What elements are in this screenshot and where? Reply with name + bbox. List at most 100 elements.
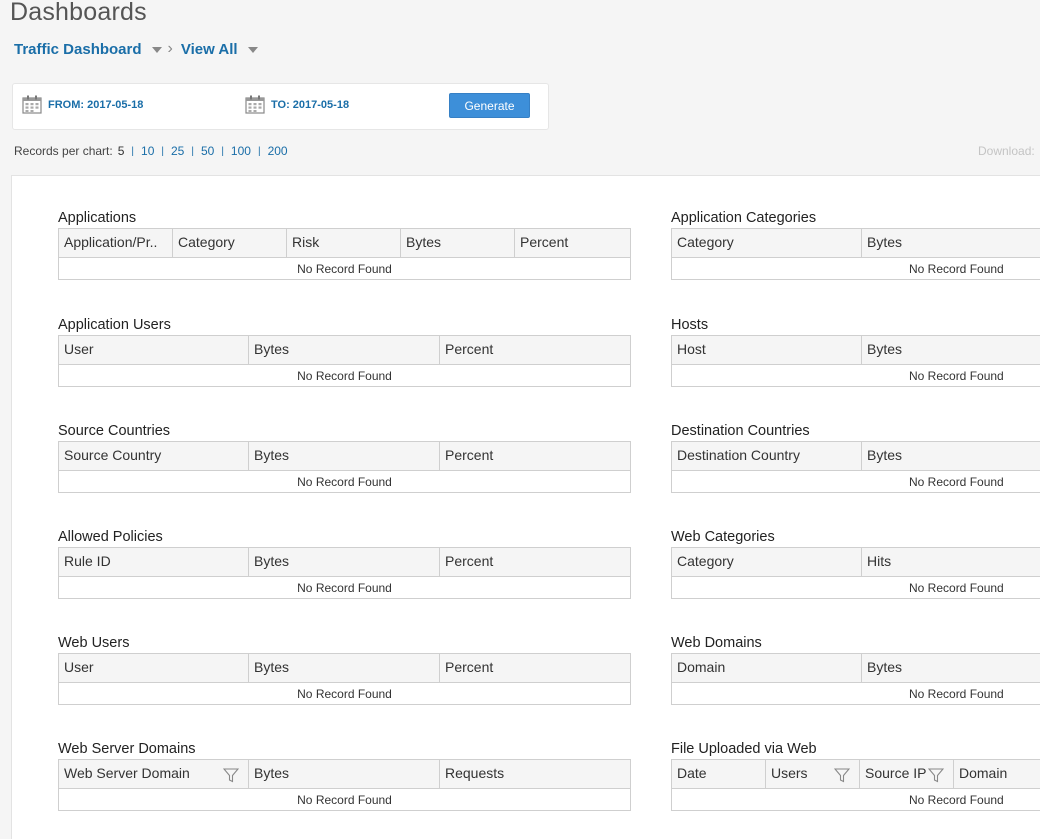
data-grid: Domain Bytes No Record Found bbox=[671, 653, 1040, 705]
records-option-selected: 5 bbox=[117, 144, 125, 158]
separator: | bbox=[191, 145, 194, 157]
dashboard-selector[interactable]: Traffic Dashboard bbox=[14, 41, 142, 58]
to-date-field[interactable]: TO: 2017-05-18 bbox=[245, 95, 349, 114]
from-date-value[interactable]: FROM: 2017-05-18 bbox=[48, 99, 143, 111]
data-grid: Application/Pr.. Category Risk Bytes Per… bbox=[58, 228, 631, 280]
empty-row: No Record Found bbox=[297, 792, 392, 807]
data-grid: Category Bytes No Record Found bbox=[671, 228, 1040, 280]
records-option[interactable]: 25 bbox=[171, 144, 184, 158]
records-option[interactable]: 100 bbox=[231, 144, 251, 158]
view-selector[interactable]: View All bbox=[181, 41, 238, 58]
download-link[interactable]: Download: bbox=[978, 144, 1035, 158]
records-label: Records per chart: bbox=[14, 144, 113, 158]
column-header[interactable]: Requests bbox=[440, 760, 630, 788]
column-header[interactable]: User bbox=[59, 336, 249, 364]
empty-row: No Record Found bbox=[909, 792, 1004, 807]
date-range-bar: FROM: 2017-05-18 TO: 2017-05-18 Generate bbox=[12, 83, 549, 130]
widget-title: Web Domains bbox=[671, 635, 762, 651]
chevron-down-icon[interactable] bbox=[151, 47, 162, 53]
filter-icon[interactable] bbox=[834, 768, 850, 783]
empty-row: No Record Found bbox=[297, 368, 392, 383]
data-grid: Destination Country Bytes No Record Foun… bbox=[671, 441, 1040, 493]
column-header[interactable]: Bytes bbox=[862, 336, 1040, 364]
column-label: Source IP bbox=[865, 765, 927, 781]
empty-row: No Record Found bbox=[909, 580, 1004, 595]
records-option[interactable]: 200 bbox=[268, 144, 288, 158]
data-grid: Source Country Bytes Percent No Record F… bbox=[58, 441, 631, 493]
widget-title: Application Users bbox=[58, 317, 171, 333]
empty-row: No Record Found bbox=[909, 261, 1004, 276]
empty-row: No Record Found bbox=[297, 474, 392, 489]
column-header[interactable]: Bytes bbox=[249, 442, 440, 470]
column-header[interactable]: Domain bbox=[954, 760, 1040, 788]
column-header[interactable]: Bytes bbox=[249, 654, 440, 682]
column-header[interactable]: Web Server Domain bbox=[59, 760, 249, 788]
column-header[interactable]: Percent bbox=[515, 229, 630, 257]
data-grid: Rule ID Bytes Percent No Record Found bbox=[58, 547, 631, 599]
widget-title: Web Server Domains bbox=[58, 741, 196, 757]
records-option[interactable]: 10 bbox=[141, 144, 154, 158]
generate-button[interactable]: Generate bbox=[449, 93, 530, 118]
column-header[interactable]: Rule ID bbox=[59, 548, 249, 576]
column-header[interactable]: Percent bbox=[440, 336, 630, 364]
column-header[interactable]: Bytes bbox=[862, 229, 1040, 257]
to-date-value[interactable]: TO: 2017-05-18 bbox=[271, 99, 349, 111]
column-label: Web Server Domain bbox=[64, 765, 190, 781]
empty-row: No Record Found bbox=[909, 368, 1004, 383]
column-header[interactable]: Bytes bbox=[401, 229, 515, 257]
calendar-icon[interactable] bbox=[245, 95, 265, 114]
records-option[interactable]: 50 bbox=[201, 144, 214, 158]
widgets-panel: Applications Application/Pr.. Category R… bbox=[11, 175, 1040, 839]
column-header[interactable]: Users bbox=[766, 760, 860, 788]
widget-title: Applications bbox=[58, 210, 137, 226]
column-header[interactable]: Percent bbox=[440, 654, 630, 682]
column-header[interactable]: Bytes bbox=[249, 548, 440, 576]
separator: | bbox=[257, 145, 261, 157]
separator: | bbox=[131, 145, 135, 157]
column-header[interactable]: Category bbox=[672, 229, 862, 257]
column-header[interactable]: Bytes bbox=[249, 336, 440, 364]
column-header[interactable]: Bytes bbox=[249, 760, 440, 788]
empty-row: No Record Found bbox=[909, 686, 1004, 701]
column-header[interactable]: Source IP bbox=[860, 760, 954, 788]
column-header[interactable]: Bytes bbox=[862, 654, 1040, 682]
widget-title: File Uploaded via Web bbox=[671, 741, 817, 757]
column-header[interactable]: Source Country bbox=[59, 442, 249, 470]
widget-title: Web Categories bbox=[671, 529, 775, 545]
column-header[interactable]: Domain bbox=[672, 654, 862, 682]
data-grid: Host Bytes No Record Found bbox=[671, 335, 1040, 387]
breadcrumb: Traffic Dashboard › View All bbox=[14, 40, 258, 58]
widget-title: Hosts bbox=[671, 317, 709, 333]
column-header[interactable]: User bbox=[59, 654, 249, 682]
data-grid: Date Users Source IP Domain No Record Fo… bbox=[671, 759, 1040, 811]
column-header[interactable]: Bytes bbox=[862, 442, 1040, 470]
column-header[interactable]: Host bbox=[672, 336, 862, 364]
from-date-field[interactable]: FROM: 2017-05-18 bbox=[22, 95, 143, 114]
chevron-down-icon[interactable] bbox=[247, 47, 258, 53]
column-header[interactable]: Application/Pr.. bbox=[59, 229, 173, 257]
widget-title: Source Countries bbox=[58, 423, 171, 439]
data-grid: User Bytes Percent No Record Found bbox=[58, 653, 631, 705]
column-header[interactable]: Percent bbox=[440, 548, 630, 576]
column-header[interactable]: Hits bbox=[862, 548, 1040, 576]
widget-title: Destination Countries bbox=[671, 423, 810, 439]
data-grid: Web Server Domain Bytes Requests No Reco… bbox=[58, 759, 631, 811]
column-header[interactable]: Percent bbox=[440, 442, 630, 470]
column-header[interactable]: Date bbox=[672, 760, 766, 788]
widget-title: Allowed Policies bbox=[58, 529, 163, 545]
widget-title: Application Categories bbox=[671, 210, 817, 226]
separator: | bbox=[161, 145, 164, 157]
column-header[interactable]: Risk bbox=[287, 229, 401, 257]
column-header[interactable]: Category bbox=[672, 548, 862, 576]
filter-icon[interactable] bbox=[223, 768, 239, 783]
calendar-icon[interactable] bbox=[22, 95, 42, 114]
column-header[interactable]: Category bbox=[173, 229, 287, 257]
filter-icon[interactable] bbox=[928, 768, 944, 783]
empty-row: No Record Found bbox=[909, 474, 1004, 489]
data-grid: Category Hits No Record Found bbox=[671, 547, 1040, 599]
chevron-right-icon: › bbox=[167, 40, 173, 57]
data-grid: User Bytes Percent No Record Found bbox=[58, 335, 631, 387]
separator: | bbox=[221, 145, 224, 157]
column-header[interactable]: Destination Country bbox=[672, 442, 862, 470]
records-per-chart: Records per chart: 5 | 10 | 25 | 50 | 10… bbox=[14, 144, 288, 158]
